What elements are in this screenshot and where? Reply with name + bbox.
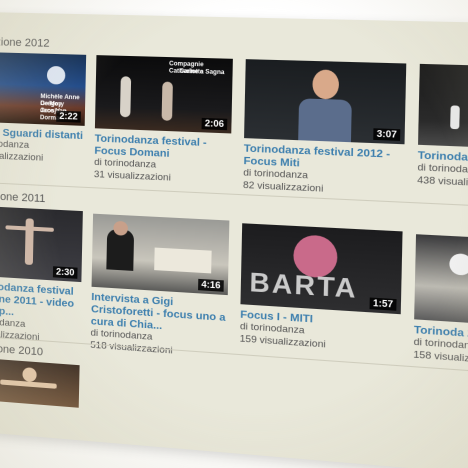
dancer-figure: [450, 105, 460, 130]
video-thumbnail[interactable]: [418, 63, 468, 149]
section-title-2010: zione 2010: [0, 342, 44, 359]
video-thumbnail[interactable]: Compagnie Catherine e Carlotta Sagna 2:0…: [94, 55, 233, 134]
video-tile[interactable]: Torinodanz di torinodanz 438 visualizz: [417, 63, 468, 192]
dancer-figure: [119, 76, 132, 118]
video-thumbnail[interactable]: [0, 358, 80, 408]
video-gallery-panel: zione 2012 Michèle Anne De Mey Grégory G…: [0, 12, 468, 468]
video-tile[interactable]: 4:16 Intervista a Gigi Cristoforetti - f…: [90, 213, 230, 362]
speaker-body: [298, 98, 352, 143]
speaker-head: [312, 69, 340, 100]
thumbnail-caption: BARTA: [249, 266, 359, 305]
view-count: 438 visualizz: [417, 174, 468, 190]
dancer-figure: [24, 218, 34, 266]
stage-light: [449, 253, 468, 276]
moon-shape: [46, 65, 66, 85]
video-tile[interactable]: Michèle Anne De Mey Grégory Grosjean Jac…: [0, 52, 87, 166]
duration-badge: 2:30: [52, 266, 78, 279]
video-thumbnail[interactable]: Michèle Anne De Mey Grégory Grosjean Jac…: [0, 52, 87, 126]
video-thumbnail[interactable]: 2:30: [0, 206, 83, 283]
video-tile[interactable]: 2:30 rinodanza festival zione 2011 - vid…: [0, 206, 83, 347]
duration-badge: 1:57: [369, 297, 397, 311]
duration-badge: 4:16: [198, 278, 224, 292]
page-viewport: zione 2012 Michèle Anne De Mey Grégory G…: [0, 0, 468, 468]
video-thumbnail[interactable]: 3:07: [244, 59, 407, 145]
duration-badge: 2:22: [56, 110, 81, 123]
video-title-link[interactable]: rinodanza festival zione 2011 - video cm…: [0, 280, 81, 322]
duration-badge: 3:07: [373, 128, 401, 141]
video-tile[interactable]: BARTA 1:57 Focus I - MITI di torinodanza…: [240, 223, 403, 356]
video-tile[interactable]: [0, 358, 80, 408]
video-thumbnail[interactable]: BARTA 1:57: [240, 223, 403, 315]
video-tile[interactable]: Torinoda 2 di torinodan 158 visualiz: [413, 234, 468, 369]
duration-badge: 2:06: [201, 117, 228, 131]
section-title-2012: zione 2012: [0, 36, 50, 50]
dancer-head: [22, 367, 37, 383]
section-title-2011: zione 2011: [0, 190, 46, 206]
video-tile[interactable]: Compagnie Catherine e Carlotta Sagna 2:0…: [94, 55, 233, 187]
video-thumbnail[interactable]: [414, 234, 468, 326]
video-thumbnail[interactable]: 4:16: [91, 213, 230, 296]
dancer-arms: [0, 379, 57, 389]
thumbnail-caption: Carlotta Sagna: [179, 68, 225, 77]
background-table: [154, 247, 212, 274]
video-tile[interactable]: 3:07 Torinodanza festival 2012 - Focus M…: [243, 59, 407, 199]
dancer-figure: [161, 81, 173, 121]
